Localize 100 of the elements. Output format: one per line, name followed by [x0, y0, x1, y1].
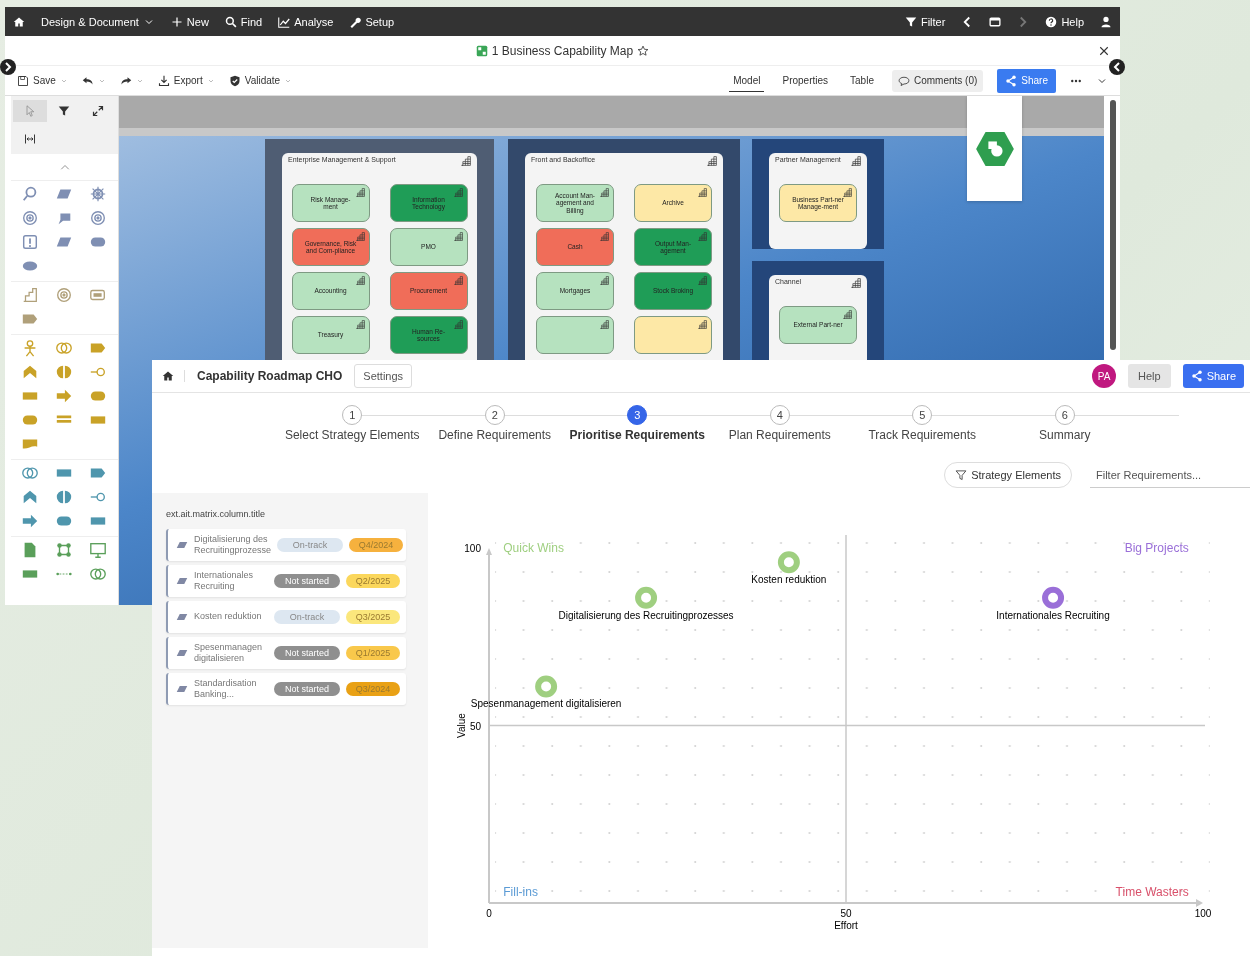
step-label: Select Strategy Elements	[284, 428, 420, 442]
requirement-title: Kosten reduktion	[194, 611, 263, 623]
half-icon[interactable]	[55, 363, 73, 381]
step-number: 5	[912, 405, 933, 425]
comments-button[interactable]: Comments (0)	[891, 69, 984, 92]
wizard-step[interactable]: 5 Track Requirements	[851, 405, 994, 455]
rings-icon[interactable]	[89, 565, 107, 583]
user-avatar[interactable]: PA	[1092, 364, 1116, 388]
menu-item[interactable]: Setup	[349, 15, 395, 28]
funnel-outline-icon	[955, 469, 968, 481]
close-button[interactable]	[1098, 44, 1110, 57]
status-badge: On-track	[274, 610, 340, 624]
home-button[interactable]	[13, 15, 25, 28]
export-icon	[157, 74, 170, 87]
quarter-badge: Q3/2025	[346, 610, 400, 624]
quadrant-label: Time Wasters	[1115, 885, 1189, 900]
share-button[interactable]: Share	[1182, 364, 1244, 388]
stairs-icon	[355, 232, 365, 241]
window-button[interactable]	[989, 15, 1002, 28]
network-icon[interactable]	[55, 541, 73, 559]
quarter-badge: Q1/2025	[346, 646, 400, 660]
share-button[interactable]: Share	[997, 68, 1056, 93]
step-number: 4	[769, 405, 790, 425]
help-button[interactable]: Help	[1128, 364, 1171, 388]
wizard-step[interactable]: 3 Prioritise Requirements	[566, 405, 709, 455]
wizard-step[interactable]: 2 Define Requirements	[423, 405, 566, 455]
wrench-icon	[349, 15, 362, 28]
target-icon[interactable]	[55, 286, 73, 304]
help-icon	[1045, 15, 1058, 28]
menu-item[interactable]: Analyse	[278, 15, 334, 28]
monitor-icon[interactable]	[89, 541, 107, 559]
shield-icon	[228, 74, 241, 87]
data-point[interactable]	[1042, 586, 1065, 609]
view-tab[interactable]: Properties	[778, 69, 833, 92]
stairs-icon	[355, 276, 365, 285]
settings-button[interactable]: Settings	[354, 364, 413, 388]
export-button[interactable]: Export	[157, 74, 215, 87]
wizard-step[interactable]: 1 Select Strategy Elements	[281, 405, 424, 455]
stairs-icon[interactable]	[21, 286, 39, 304]
view-tab[interactable]: Model	[729, 69, 765, 92]
share-icon	[1190, 370, 1203, 382]
diagram-icon	[475, 44, 488, 57]
arrowhead-icon[interactable]	[21, 488, 39, 506]
wizard-step[interactable]: 6 Summary	[993, 405, 1136, 455]
home-button[interactable]	[162, 370, 185, 382]
capability-card[interactable]	[536, 316, 614, 354]
help-button[interactable]: Help	[1045, 15, 1084, 28]
save-button[interactable]: Save	[17, 74, 68, 87]
requirement-card[interactable]: Spesenmanagen digitalisieren Not started Q1/2025	[166, 637, 406, 669]
x-tick-label: 100	[1194, 908, 1212, 919]
x-tick-label: 50	[840, 908, 852, 919]
stairs-icon	[600, 276, 609, 285]
filter-button[interactable]: Filter	[904, 15, 946, 28]
view-tab[interactable]: Table	[846, 69, 878, 92]
requirement-card[interactable]: Digitalisierung des Recruitingprozesse On-track Q4/2024	[166, 529, 406, 561]
stairs-icon	[600, 320, 609, 329]
wheel-icon[interactable]	[89, 185, 107, 203]
requirement-card[interactable]: Internationales Recruiting Not started Q2/2025	[166, 565, 406, 597]
x-tick-label: 0	[486, 908, 492, 919]
menu-item[interactable]: New	[170, 15, 209, 28]
funnel-icon	[904, 15, 917, 28]
requirement-card[interactable]: Standardisation Banking... Not started Q3/2024	[166, 673, 406, 705]
half-icon[interactable]	[55, 488, 73, 506]
rings-icon[interactable]	[55, 339, 73, 357]
point-label: Spesenmanagement digitalisieren	[470, 698, 622, 710]
comment-icon	[897, 74, 910, 87]
stairs-icon	[355, 320, 365, 329]
stairs-icon	[707, 156, 717, 166]
arrowhead-icon[interactable]	[21, 363, 39, 381]
menu-item[interactable]: Design & Document	[41, 15, 155, 28]
data-point[interactable]	[777, 551, 800, 574]
favorite-star-button[interactable]	[637, 44, 650, 57]
quarter-badge: Q4/2024	[349, 538, 404, 552]
stairs-icon	[453, 188, 463, 197]
resize-icon	[92, 105, 104, 117]
stairs-icon	[698, 276, 707, 285]
menu-item[interactable]: Find	[224, 15, 263, 28]
status-badge: Not started	[274, 682, 340, 696]
magnifier-icon[interactable]	[21, 185, 39, 203]
step-label: Summary	[1039, 428, 1091, 442]
data-point[interactable]	[635, 586, 658, 609]
validate-button[interactable]: Validate	[228, 74, 293, 87]
stairs-icon	[698, 188, 707, 197]
requirement-card[interactable]: Kosten reduktion On-track Q3/2025	[166, 601, 406, 633]
user-button[interactable]	[1100, 15, 1112, 28]
step-number: 6	[1054, 405, 1075, 425]
roadmap-title: Capability Roadmap CHO	[197, 369, 343, 383]
wizard-step[interactable]: 4 Plan Requirements	[708, 405, 851, 455]
target-icon[interactable]	[21, 209, 39, 227]
alert-icon[interactable]	[21, 233, 39, 251]
rings-icon[interactable]	[21, 464, 39, 482]
requirement-title: Standardisation Banking...	[194, 677, 258, 701]
data-point[interactable]	[535, 675, 558, 698]
arrow-icon[interactable]	[55, 387, 73, 405]
status-badge: Not started	[274, 646, 340, 660]
arrow-icon[interactable]	[21, 512, 39, 530]
target-icon[interactable]	[89, 209, 107, 227]
capability-card[interactable]	[634, 316, 712, 354]
point-label: Internationales Recruiting	[996, 609, 1110, 621]
step-label: Prioritise Requirements	[569, 428, 705, 442]
